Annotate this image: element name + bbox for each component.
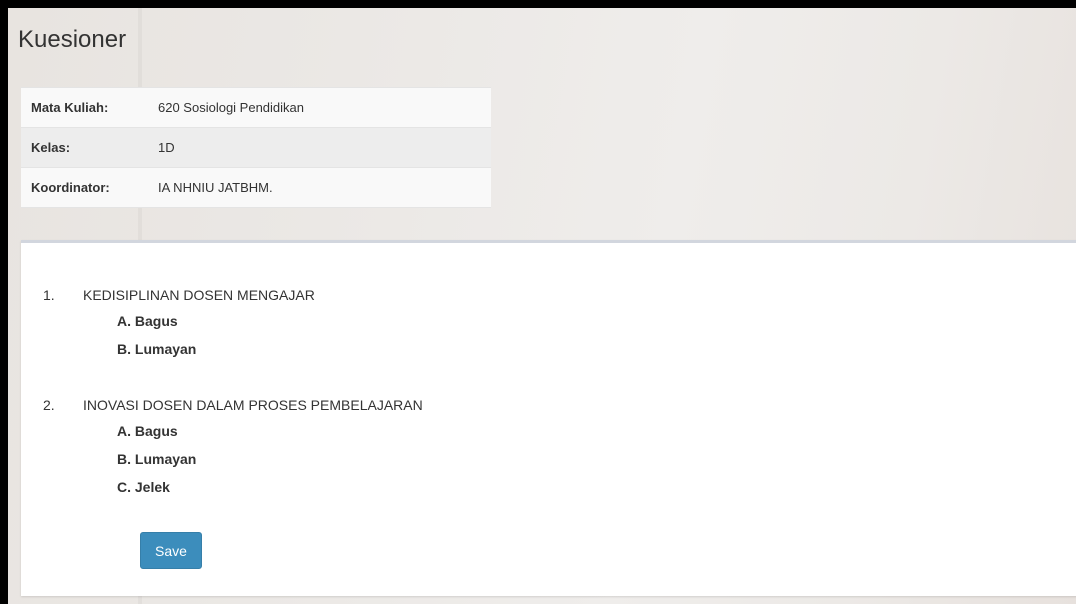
- class-label: Kelas:: [21, 127, 148, 168]
- class-value: 1D: [148, 127, 491, 168]
- question-1-option-a[interactable]: A. Bagus: [117, 313, 178, 329]
- question-number: 1.: [43, 287, 55, 303]
- question-1-option-b[interactable]: B. Lumayan: [117, 341, 196, 357]
- question-2-option-a[interactable]: A. Bagus: [117, 423, 178, 439]
- page-background: Kuesioner Mata Kuliah: 620 Sosiologi Pen…: [8, 8, 1076, 604]
- class-row: Kelas: 1D: [21, 127, 491, 168]
- question-text: KEDISIPLINAN DOSEN MENGAJAR: [83, 287, 315, 303]
- questionnaire-panel: 1. KEDISIPLINAN DOSEN MENGAJAR A. Bagus …: [21, 240, 1076, 596]
- question-2-option-b[interactable]: B. Lumayan: [117, 451, 196, 467]
- question-2-option-c[interactable]: C. Jelek: [117, 479, 170, 495]
- course-value: 620 Sosiologi Pendidikan: [148, 87, 491, 128]
- question-text: INOVASI DOSEN DALAM PROSES PEMBELAJARAN: [83, 397, 423, 413]
- coordinator-row: Koordinator: IA NHNIU JATBHM.: [21, 167, 491, 208]
- course-info-table: Mata Kuliah: 620 Sosiologi Pendidikan Ke…: [21, 87, 491, 208]
- page-title: Kuesioner: [18, 26, 127, 53]
- course-label: Mata Kuliah:: [21, 87, 148, 128]
- question-number: 2.: [43, 397, 55, 413]
- coordinator-value: IA NHNIU JATBHM.: [148, 167, 491, 208]
- save-button[interactable]: Save: [140, 532, 202, 569]
- course-row: Mata Kuliah: 620 Sosiologi Pendidikan: [21, 87, 491, 128]
- coordinator-label: Koordinator:: [21, 167, 148, 208]
